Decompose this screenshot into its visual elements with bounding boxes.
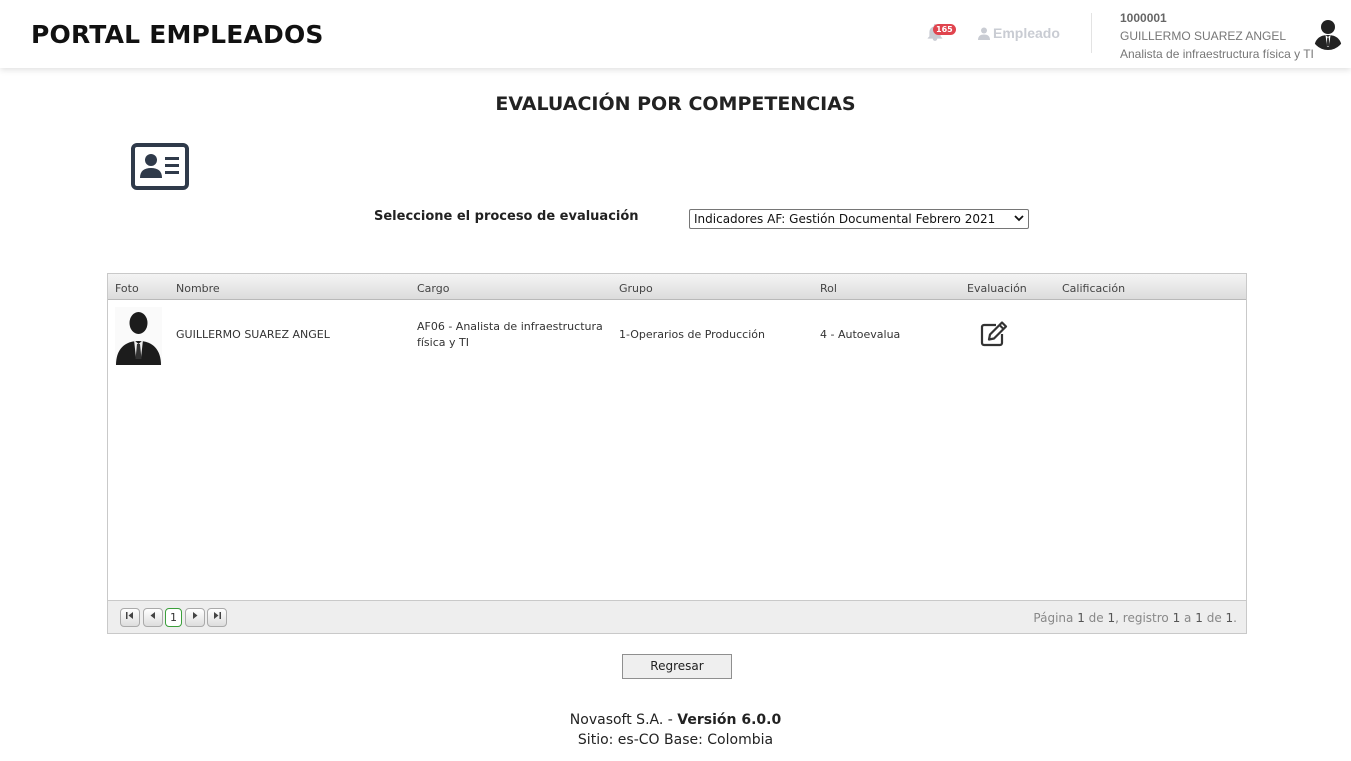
page-info-to: 1 (1195, 611, 1203, 625)
page-info: Página 1 de 1, registro 1 a 1 de 1. (1033, 611, 1237, 625)
last-page-button[interactable] (207, 608, 227, 627)
avatar-silhouette-icon (1314, 20, 1342, 50)
cell-cargo: AF06 - Analista de infraestructura físic… (417, 319, 603, 351)
prev-page-icon (150, 612, 155, 619)
back-button[interactable]: Regresar (622, 654, 732, 679)
cell-cargo-line2: física y TI (417, 336, 469, 349)
grid-header: Foto Nombre Cargo Grupo Rol Evaluación C… (108, 274, 1246, 300)
process-select-label: Seleccione el proceso de evaluación (374, 209, 639, 224)
prev-page-button[interactable] (143, 608, 163, 627)
page-title: EVALUACIÓN POR COMPETENCIAS (495, 93, 856, 115)
page-info-page: 1 (1077, 611, 1085, 625)
column-header-nombre[interactable]: Nombre (176, 282, 220, 295)
table-row[interactable]: GUILLERMO SUAREZ ANGEL AF06 - Analista d… (108, 301, 1246, 371)
page-info-a: a (1184, 611, 1192, 625)
page-info-de2: de (1206, 611, 1222, 625)
top-navbar: PORTAL EMPLEADOS 165 Empleado 1000001 GU… (0, 0, 1351, 68)
page-info-total-pages: 1 (1107, 611, 1116, 625)
cell-nombre: GUILLERMO SUAREZ ANGEL (176, 328, 330, 341)
footer-company: Novasoft S.A. - (569, 712, 673, 728)
page-info-prefix: Página (1033, 611, 1074, 625)
last-page-icon (214, 612, 221, 619)
cell-grupo: 1-Operarios de Producción (619, 328, 765, 341)
page-info-registro: , registro (1115, 611, 1169, 625)
cell-rol: 4 - Autoevalua (820, 328, 901, 341)
next-page-button[interactable] (185, 608, 205, 627)
user-id: 1000001 (1120, 11, 1167, 25)
header-divider (1091, 13, 1092, 53)
notification-badge: 165 (933, 24, 956, 35)
chevron-down-icon (1014, 215, 1024, 222)
brand-title[interactable]: PORTAL EMPLEADOS (31, 20, 324, 49)
column-header-foto[interactable]: Foto (115, 282, 139, 295)
cell-cargo-line1: AF06 - Analista de infraestructura (417, 320, 603, 333)
avatar[interactable] (1311, 16, 1345, 50)
current-page-button[interactable]: 1 (165, 608, 182, 627)
column-header-cargo[interactable]: Cargo (417, 282, 449, 295)
footer: Novasoft S.A. - Versión 6.0.0 Sitio: es-… (0, 710, 1351, 750)
page-info-de: de (1088, 611, 1104, 625)
user-position: Analista de infraestructura física y TI (1120, 47, 1314, 61)
first-page-button[interactable] (120, 608, 140, 627)
column-header-evaluacion[interactable]: Evaluación (967, 282, 1027, 295)
role-label: Empleado (993, 25, 1060, 41)
role-link[interactable]: Empleado (978, 25, 1060, 41)
id-card-icon (131, 143, 189, 190)
first-page-icon (126, 612, 133, 619)
column-header-calificacion[interactable]: Calificación (1062, 282, 1125, 295)
next-page-icon (193, 612, 198, 619)
page-info-end: . (1233, 611, 1237, 625)
user-icon (978, 27, 990, 40)
footer-site: Sitio: es-CO Base: Colombia (577, 732, 774, 748)
employee-photo (115, 307, 162, 365)
process-select-value: Indicadores AF: Gestión Documental Febre… (694, 212, 996, 226)
evaluation-grid: Foto Nombre Cargo Grupo Rol Evaluación C… (107, 273, 1247, 634)
edit-icon[interactable] (979, 320, 1009, 348)
footer-version: Versión 6.0.0 (677, 712, 782, 728)
process-select[interactable]: Indicadores AF: Gestión Documental Febre… (689, 209, 1029, 229)
user-name: GUILLERMO SUAREZ ANGEL (1120, 29, 1287, 43)
footer-version-line: Novasoft S.A. - Versión 6.0.0 (0, 710, 1351, 730)
person-silhouette-icon (115, 307, 162, 365)
page-info-from: 1 (1172, 611, 1181, 625)
column-header-grupo[interactable]: Grupo (619, 282, 653, 295)
column-header-rol[interactable]: Rol (820, 282, 837, 295)
user-info: 1000001 GUILLERMO SUAREZ ANGEL Analista … (1120, 9, 1314, 63)
grid-pager: 1 Página 1 de 1, registro 1 a 1 de 1. (108, 600, 1246, 633)
